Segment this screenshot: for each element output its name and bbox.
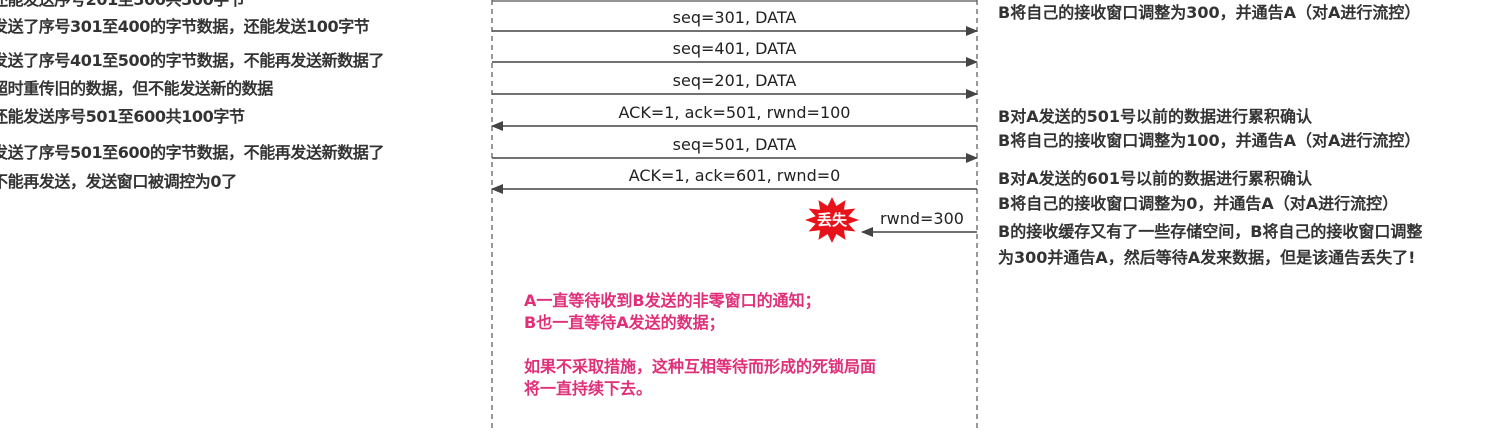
receiver-note-4: B对A发送的601号以前的数据进行累积确认 <box>998 169 1312 188</box>
message-label-1: seq=301, DATA <box>673 8 797 27</box>
message-label-2: seq=401, DATA <box>673 39 797 58</box>
sender-note-5: 还能发送序号501至600共100字节 <box>0 107 245 126</box>
receiver-note-6: B的接收缓存又有了一些存储空间，B将自己的接收窗口调整 <box>998 222 1423 241</box>
receiver-note-3: B将自己的接收窗口调整为100，并通告A（对A进行流控） <box>998 131 1421 150</box>
lost-message-label: rwnd=300 <box>880 209 964 228</box>
sender-note-3: 发送了序号401至500的字节数据，不能再发送新数据了 <box>0 51 384 70</box>
sender-note-6: 发送了序号501至600的字节数据，不能再发送新数据了 <box>0 143 384 162</box>
lost-message: rwnd=300 丢失 <box>805 197 977 243</box>
message-arrows: seq=301, DATA seq=401, DATA seq=201, DATA A… <box>491 8 978 194</box>
lost-badge-label: 丢失 <box>817 211 848 229</box>
receiver-note-2: B对A发送的501号以前的数据进行累积确认 <box>998 107 1312 126</box>
sender-note-1: 还能发送序号201至300共300字节 <box>0 0 245 10</box>
receiver-note-1: B将自己的接收窗口调整为300，并通告A（对A进行流控） <box>998 3 1421 22</box>
summary-line-1: A一直等待收到B发送的非零窗口的通知； <box>524 291 821 310</box>
receiver-note-5: B将自己的接收窗口调整为0，并通告A（对A进行流控） <box>998 194 1399 213</box>
message-label-4: ACK=1, ack=501, rwnd=100 <box>619 103 851 122</box>
message-label-3: seq=201, DATA <box>673 71 797 90</box>
message-label-5: seq=501, DATA <box>673 135 797 154</box>
summary-line-2: B也一直等待A发送的数据； <box>524 313 725 332</box>
sender-note-4: 超时重传旧的数据，但不能发送新的数据 <box>0 79 273 98</box>
message-label-6: ACK=1, ack=601, rwnd=0 <box>629 166 841 185</box>
receiver-note-7: 为300并通告A，然后等待A发来数据，但是该通告丢失了! <box>998 248 1416 267</box>
sender-note-7: 不能再发送，发送窗口被调控为0了 <box>0 172 237 191</box>
sender-note-2: 发送了序号301至400的字节数据，还能发送100字节 <box>0 17 370 36</box>
summary-line-3: 如果不采取措施，这种互相等待而形成的死锁局面 <box>524 357 877 376</box>
deadlock-summary: A一直等待收到B发送的非零窗口的通知； B也一直等待A发送的数据； 如果不采取措… <box>524 290 876 400</box>
summary-line-4: 将一直持续下去。 <box>524 379 653 398</box>
